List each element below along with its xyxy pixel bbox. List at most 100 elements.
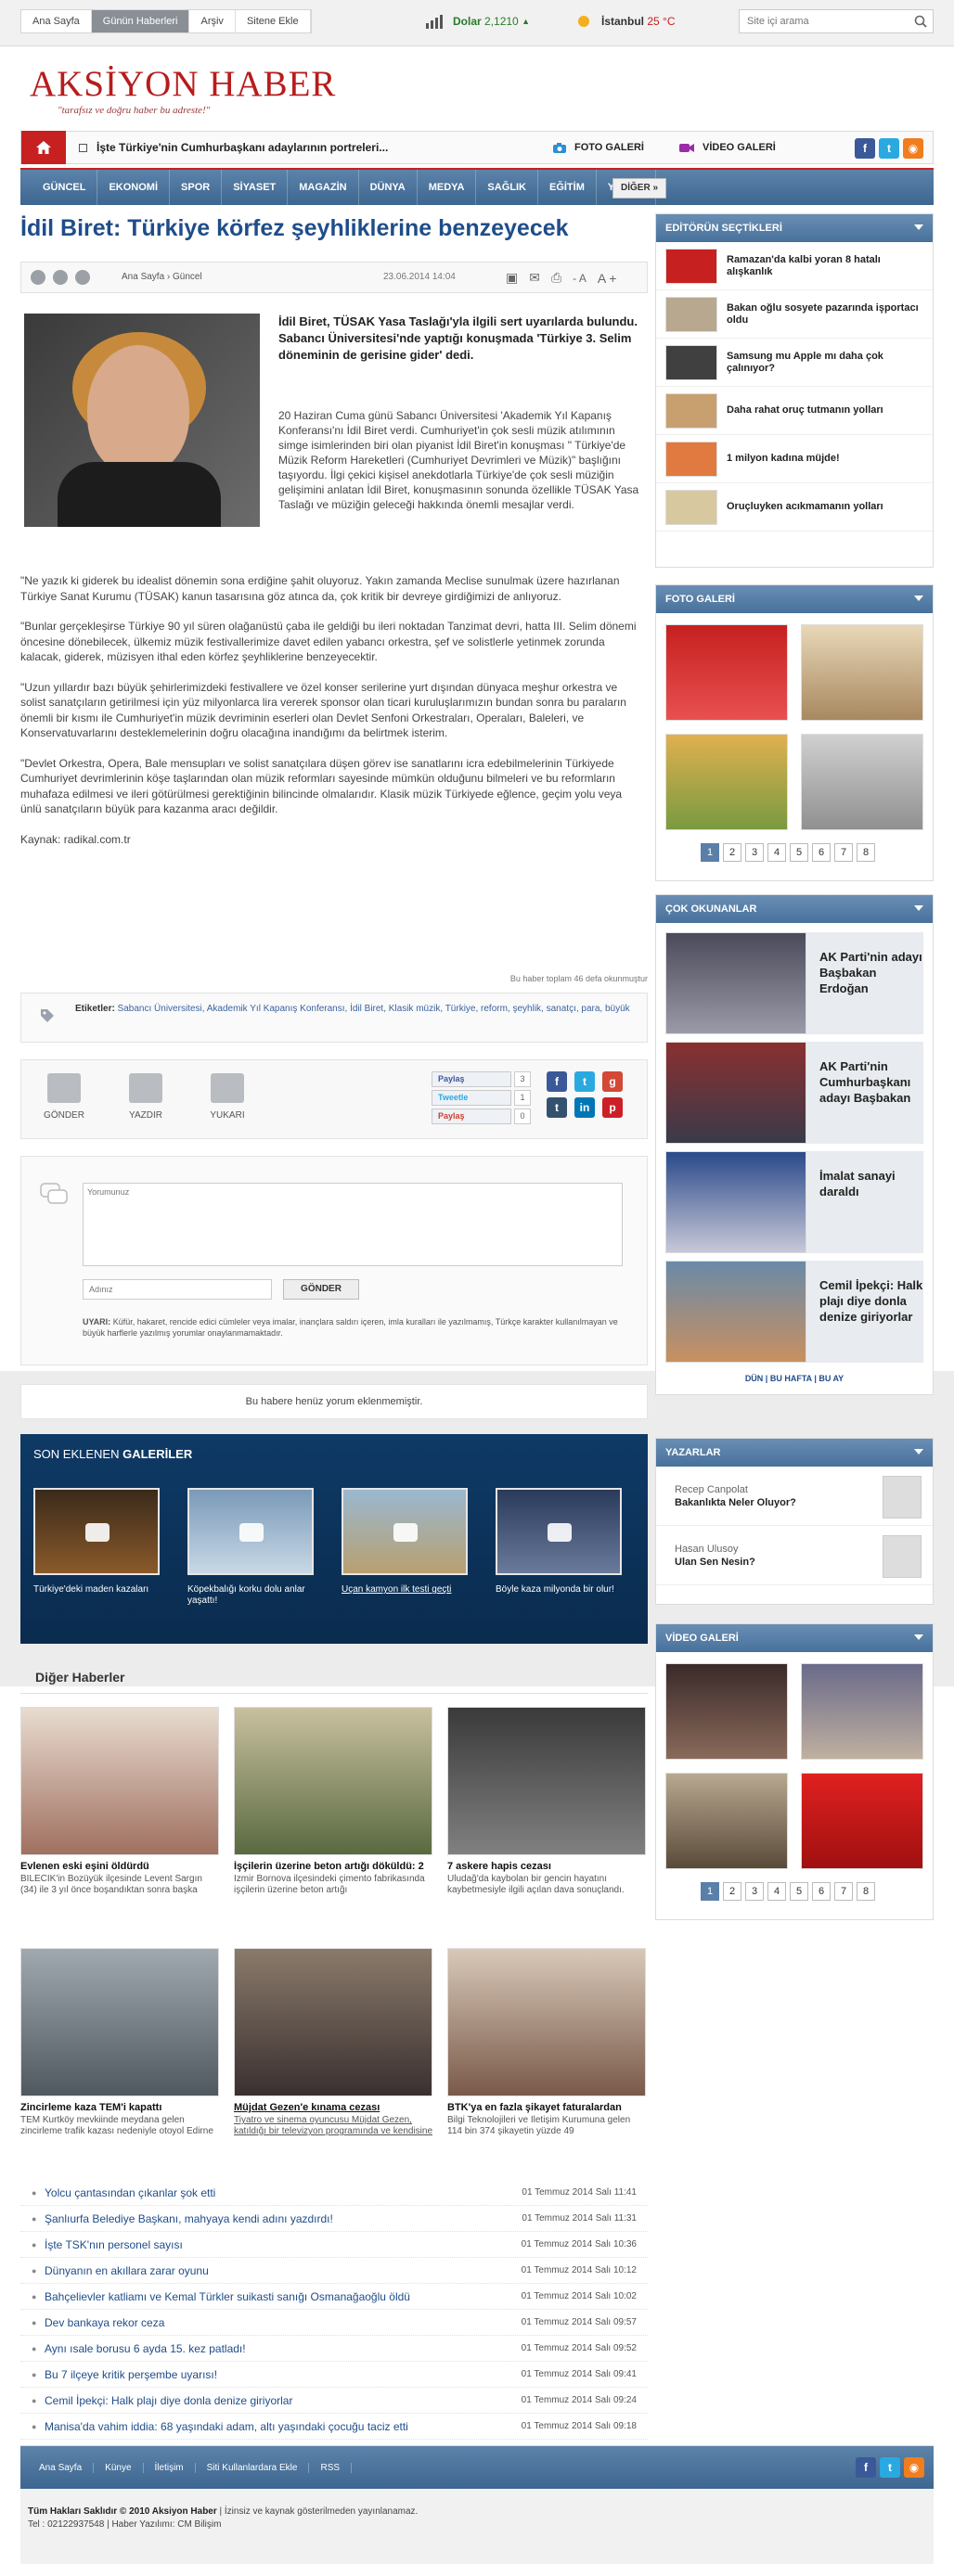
gallery-item[interactable]: Uçan kamyon ilk testi geçti <box>342 1488 468 1596</box>
page-button[interactable]: 7 <box>834 1882 853 1901</box>
gallery-thumb[interactable] <box>665 624 788 721</box>
search-input[interactable] <box>740 10 907 32</box>
nav-saglik[interactable]: SAĞLIK <box>476 170 538 205</box>
footer-link[interactable]: Künye <box>94 2462 144 2473</box>
mail-icon[interactable]: ✉ <box>529 270 540 286</box>
rss-icon[interactable]: ◉ <box>903 138 923 159</box>
news-card[interactable]: Zincirleme kaza TEM'i kapattı TEM Kurtköy… <box>20 1948 219 2137</box>
scroll-up-button[interactable]: YUKARI <box>200 1073 255 1121</box>
news-ticker[interactable]: İşte Türkiye'nin Cumhurbaşkanı adayların… <box>79 132 388 163</box>
facebook-icon[interactable]: f <box>547 1071 567 1092</box>
nav-guncel[interactable]: GÜNCEL <box>32 170 98 205</box>
page-button[interactable]: 4 <box>767 1882 786 1901</box>
photo-gallery-link[interactable]: FOTO GALERİ <box>552 132 644 163</box>
comment-icon[interactable]: ▣ <box>506 270 518 286</box>
page-button[interactable]: 7 <box>834 843 853 862</box>
page-button[interactable]: 2 <box>723 843 741 862</box>
list-item[interactable]: ● Dünyanın en akıllara zarar oyunu 01 Temm… <box>20 2258 648 2284</box>
footer-link[interactable]: Siti Kullanlardara Ekle <box>196 2462 310 2473</box>
gallery-thumb[interactable] <box>665 734 788 830</box>
nav-siyaset[interactable]: SİYASET <box>222 170 289 205</box>
list-item[interactable]: AK Parti'nin adayı Başbakan Erdoğan <box>656 923 933 1034</box>
list-item[interactable]: Cemil İpekçi: Halk plajı diye donla deni… <box>656 1251 933 1363</box>
facebook-icon[interactable]: f <box>856 2457 876 2478</box>
news-card[interactable]: Müjdat Gezen'e kınama cezası Tiyatro ve s… <box>234 1948 432 2137</box>
list-item[interactable]: ● Yolcu çantasından çıkanlar şok etti 01 T… <box>20 2180 648 2206</box>
list-item[interactable]: İmalat sanayi daraldı <box>656 1142 933 1253</box>
video-thumb[interactable] <box>665 1773 788 1869</box>
author-item[interactable]: Hasan Ulusoy Ulan Sen Nesin? <box>656 1526 933 1585</box>
tweet-button[interactable]: 1 Tweetle <box>432 1090 531 1106</box>
list-item[interactable]: ● Aynı ısale borusu 6 ayda 15. kez patlad… <box>20 2336 648 2362</box>
page-button[interactable]: 6 <box>812 843 831 862</box>
page-button[interactable]: 1 <box>701 1882 719 1901</box>
list-item[interactable]: Samsung mu Apple mı daha çok çalınıyor? <box>656 339 933 387</box>
news-card[interactable]: Evlenen eski eşini öldürdü BİLECİK'in Boz… <box>20 1707 219 1896</box>
list-item[interactable]: 1 milyon kadına müjde! <box>656 435 933 483</box>
list-item[interactable]: Daha rahat oruç tutmanın yolları <box>656 387 933 435</box>
nav-medya[interactable]: MEDYA <box>418 170 477 205</box>
nav-ekonomi[interactable]: EKONOMİ <box>97 170 171 205</box>
googleplus-share-icon[interactable] <box>75 270 90 285</box>
twitter-icon[interactable]: t <box>574 1071 595 1092</box>
font-decrease-button[interactable]: - A <box>573 272 587 285</box>
comment-textarea[interactable] <box>83 1183 623 1266</box>
twitter-icon[interactable]: t <box>879 138 899 159</box>
list-item[interactable]: AK Parti'nin Cumhurbaşkanı adayı Başbaka… <box>656 1032 933 1144</box>
list-item[interactable]: ● Manisa'da vahim iddia: 68 yaşındaki ada… <box>20 2414 648 2440</box>
page-button[interactable]: 1 <box>701 843 719 862</box>
footer-link[interactable]: Ana Sayfa <box>28 2462 95 2473</box>
facebook-share-icon[interactable] <box>31 270 45 285</box>
page-button[interactable]: 5 <box>790 1882 808 1901</box>
rss-icon[interactable]: ◉ <box>904 2457 924 2478</box>
print-icon[interactable]: ⎙ <box>551 270 561 286</box>
facebook-icon[interactable]: f <box>855 138 875 159</box>
page-button[interactable]: 5 <box>790 843 808 862</box>
googleplus-button[interactable]: 0 Paylaş <box>432 1109 531 1124</box>
video-thumb[interactable] <box>801 1663 923 1760</box>
most-read-tabs[interactable]: DÜN | BU HAFTA | BU AY <box>656 1361 933 1383</box>
footer-link[interactable]: İletişim <box>144 2462 196 2473</box>
list-item[interactable]: ● Bahçelievler katliamı ve Kemal Türkler … <box>20 2284 648 2310</box>
breadcrumb[interactable]: Ana Sayfa › Güncel <box>122 263 202 292</box>
font-increase-button[interactable]: A + <box>598 271 617 286</box>
comment-submit-button[interactable]: GÖNDER <box>283 1279 359 1300</box>
video-gallery-link[interactable]: VİDEO GALERİ <box>678 132 776 163</box>
twitter-share-icon[interactable] <box>53 270 68 285</box>
page-button[interactable]: 8 <box>857 843 875 862</box>
page-button[interactable]: 8 <box>857 1882 875 1901</box>
linkedin-icon[interactable]: in <box>574 1097 595 1118</box>
facebook-like-button[interactable]: 3 Paylaş <box>432 1071 531 1087</box>
list-item[interactable]: ● Cemil İpekçi: Halk plajı diye donla den… <box>20 2388 648 2414</box>
page-button[interactable]: 4 <box>767 843 786 862</box>
page-button[interactable]: 3 <box>745 1882 764 1901</box>
googleplus-icon[interactable]: g <box>602 1071 623 1092</box>
list-item[interactable]: Ramazan'da kalbi yoran 8 hatalı alışkanl… <box>656 242 933 290</box>
news-card[interactable]: İşçilerin üzerine beton artığı döküldü: … <box>234 1707 432 1896</box>
site-logo[interactable]: AKSİYON HABER "tarafsız ve doğru haber b… <box>30 63 336 116</box>
twitter-icon[interactable]: t <box>880 2457 900 2478</box>
pinterest-icon[interactable]: p <box>602 1097 623 1118</box>
tags-list[interactable]: Sabancı Üniversitesi, Akademik Yıl Kapan… <box>118 1004 630 1014</box>
top-link-add-site[interactable]: Sitene Ekle <box>236 10 311 32</box>
video-thumb[interactable] <box>665 1663 788 1760</box>
gallery-thumb[interactable] <box>801 624 923 721</box>
nav-egitim[interactable]: EĞİTİM <box>538 170 597 205</box>
list-item[interactable]: Oruçluyken acıkmamanın yolları <box>656 483 933 532</box>
list-item[interactable]: ● Bu 7 ilçeye kritik perşembe uyarısı! 01 … <box>20 2362 648 2388</box>
news-card[interactable]: BTK'ya en fazla şikayet faturalardan Bilg… <box>447 1948 646 2137</box>
home-button[interactable] <box>21 131 66 164</box>
send-button[interactable]: GÖNDER <box>36 1073 92 1121</box>
list-item[interactable]: ● İşte TSK'nın personel sayısı 01 Temmuz 2… <box>20 2232 648 2258</box>
page-button[interactable]: 6 <box>812 1882 831 1901</box>
top-link-today[interactable]: Günün Haberleri <box>91 10 190 32</box>
list-item[interactable]: ● Şanlıurfa Belediye Başkanı, mahyaya ken… <box>20 2206 648 2232</box>
page-button[interactable]: 2 <box>723 1882 741 1901</box>
search-icon[interactable] <box>914 15 927 28</box>
top-link-archive[interactable]: Arşiv <box>189 10 236 32</box>
gallery-item[interactable]: Köpekbalığı korku dolu anlar yaşattı! <box>187 1488 314 1607</box>
gallery-item[interactable]: Türkiye'deki maden kazaları <box>33 1488 160 1596</box>
nav-magazin[interactable]: MAGAZİN <box>288 170 359 205</box>
nav-more-button[interactable]: DİĞER » <box>612 178 667 199</box>
author-item[interactable]: Recep Canpolat Bakanlıkta Neler Oluyor? <box>656 1467 933 1526</box>
